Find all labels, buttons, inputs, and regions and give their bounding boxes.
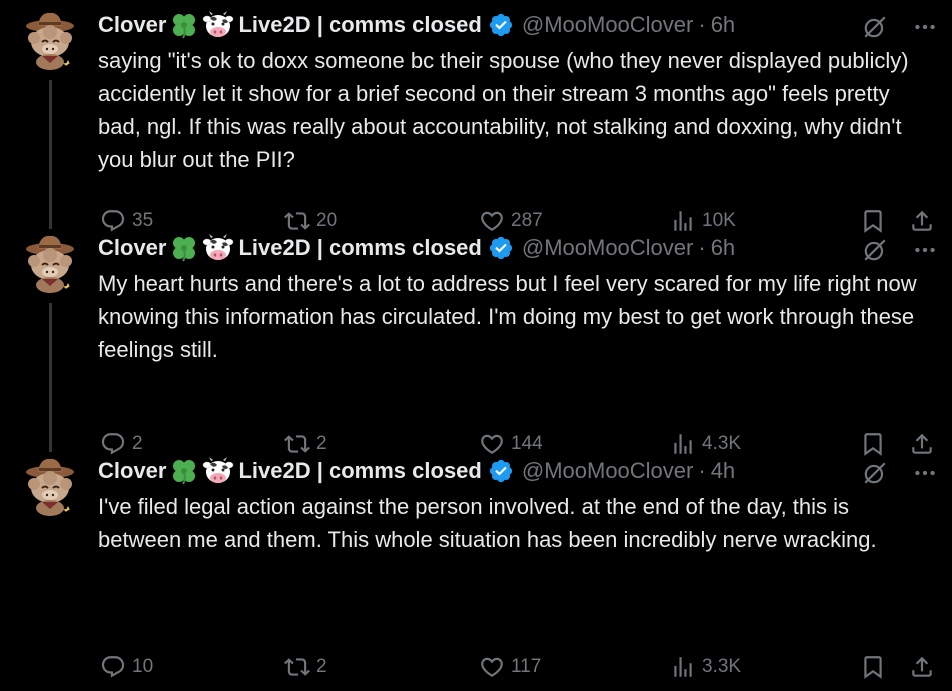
bookmark-icon <box>860 208 886 234</box>
display-name[interactable]: Clover <box>98 458 166 484</box>
like-icon <box>479 431 505 457</box>
tweet-text: My heart hurts and there's a lot to addr… <box>98 271 917 362</box>
like-button[interactable]: 144 <box>479 429 543 459</box>
like-count: 144 <box>511 433 543 454</box>
views-icon <box>670 654 696 680</box>
tweet-text: I've filed legal action against the pers… <box>98 494 877 552</box>
timestamp[interactable]: 6h <box>711 12 735 38</box>
retweet-icon <box>284 431 310 457</box>
four-leaf-clover-icon <box>170 234 198 262</box>
retweet-button[interactable]: 2 <box>284 429 327 459</box>
reply-count: 2 <box>132 433 143 454</box>
reply-count: 10 <box>132 656 154 677</box>
display-name-suffix[interactable]: Live2D | comms closed <box>238 458 481 484</box>
reply-button[interactable]: 10 <box>100 652 153 682</box>
separator-dot: · <box>698 235 706 260</box>
cow-face-icon <box>202 457 234 485</box>
bookmark-icon <box>860 431 886 457</box>
retweet-icon <box>284 208 310 234</box>
verified-badge-icon[interactable] <box>488 235 514 261</box>
views-count: 3.3K <box>702 656 742 677</box>
like-count: 287 <box>511 210 543 231</box>
retweet-icon <box>284 654 310 680</box>
separator-dot: · <box>698 458 706 483</box>
views-count: 4.3K <box>702 433 742 454</box>
user-handle[interactable]: @MooMooClover <box>522 12 694 38</box>
avatar[interactable] <box>18 229 82 293</box>
reply-button[interactable]: 2 <box>100 429 143 459</box>
grok-icon[interactable] <box>862 14 888 40</box>
bookmark-icon <box>860 654 886 680</box>
like-button[interactable]: 287 <box>479 206 543 236</box>
views-icon <box>670 208 696 234</box>
reply-button[interactable]: 35 <box>100 206 153 236</box>
more-icon[interactable] <box>912 237 938 263</box>
views-count: 10K <box>702 210 736 231</box>
share-button[interactable] <box>909 652 935 682</box>
display-name[interactable]: Clover <box>98 12 166 38</box>
reply-count: 35 <box>132 210 154 231</box>
like-icon <box>479 654 505 680</box>
display-name-suffix[interactable]: Live2D | comms closed <box>238 235 481 261</box>
views-button[interactable]: 10K <box>670 206 736 236</box>
like-count: 117 <box>511 656 542 677</box>
reply-icon <box>100 208 126 234</box>
tweet-header: Clover Live2D | comms closed @MooMooClov… <box>98 456 938 486</box>
views-icon <box>670 431 696 457</box>
separator-dot: · <box>698 12 706 37</box>
retweet-button[interactable]: 20 <box>284 206 337 236</box>
tweet-header: Clover Live2D | comms closed @MooMooClov… <box>98 233 938 263</box>
timestamp[interactable]: 6h <box>711 235 735 261</box>
bookmark-button[interactable] <box>860 652 886 682</box>
bookmark-button[interactable] <box>860 206 886 236</box>
like-icon <box>479 208 505 234</box>
verified-badge-icon[interactable] <box>488 12 514 38</box>
retweet-count: 20 <box>316 210 338 231</box>
display-name[interactable]: Clover <box>98 235 166 261</box>
bookmark-button[interactable] <box>860 429 886 459</box>
cow-face-icon <box>202 11 234 39</box>
share-button[interactable] <box>909 429 935 459</box>
verified-badge-icon[interactable] <box>488 458 514 484</box>
user-handle[interactable]: @MooMooClover <box>522 458 694 484</box>
retweet-count: 2 <box>316 656 327 677</box>
more-icon[interactable] <box>912 14 938 40</box>
avatar[interactable] <box>18 452 82 516</box>
share-icon <box>909 431 935 457</box>
tweet-text: saying "it's ok to doxx someone bc their… <box>98 48 909 172</box>
four-leaf-clover-icon <box>170 11 198 39</box>
avatar[interactable] <box>18 6 82 70</box>
reply-icon <box>100 431 126 457</box>
like-button[interactable]: 117 <box>479 652 541 682</box>
user-handle[interactable]: @MooMooClover <box>522 235 694 261</box>
cow-face-icon <box>202 234 234 262</box>
share-icon <box>909 208 935 234</box>
more-icon[interactable] <box>912 460 938 486</box>
views-button[interactable]: 4.3K <box>670 429 741 459</box>
timestamp[interactable]: 4h <box>711 458 735 484</box>
retweet-count: 2 <box>316 433 327 454</box>
grok-icon[interactable] <box>862 237 888 263</box>
grok-icon[interactable] <box>862 460 888 486</box>
retweet-button[interactable]: 2 <box>284 652 327 682</box>
action-bar: 2 2 144 4.3K <box>98 429 938 459</box>
share-button[interactable] <box>909 206 935 236</box>
share-icon <box>909 654 935 680</box>
tweet-header: Clover Live2D | comms closed @MooMooClov… <box>98 10 938 40</box>
action-bar: 10 2 117 3.3K <box>98 652 938 682</box>
display-name-suffix[interactable]: Live2D | comms closed <box>238 12 481 38</box>
four-leaf-clover-icon <box>170 457 198 485</box>
action-bar: 35 20 287 10K <box>98 206 938 236</box>
views-button[interactable]: 3.3K <box>670 652 741 682</box>
reply-icon <box>100 654 126 680</box>
